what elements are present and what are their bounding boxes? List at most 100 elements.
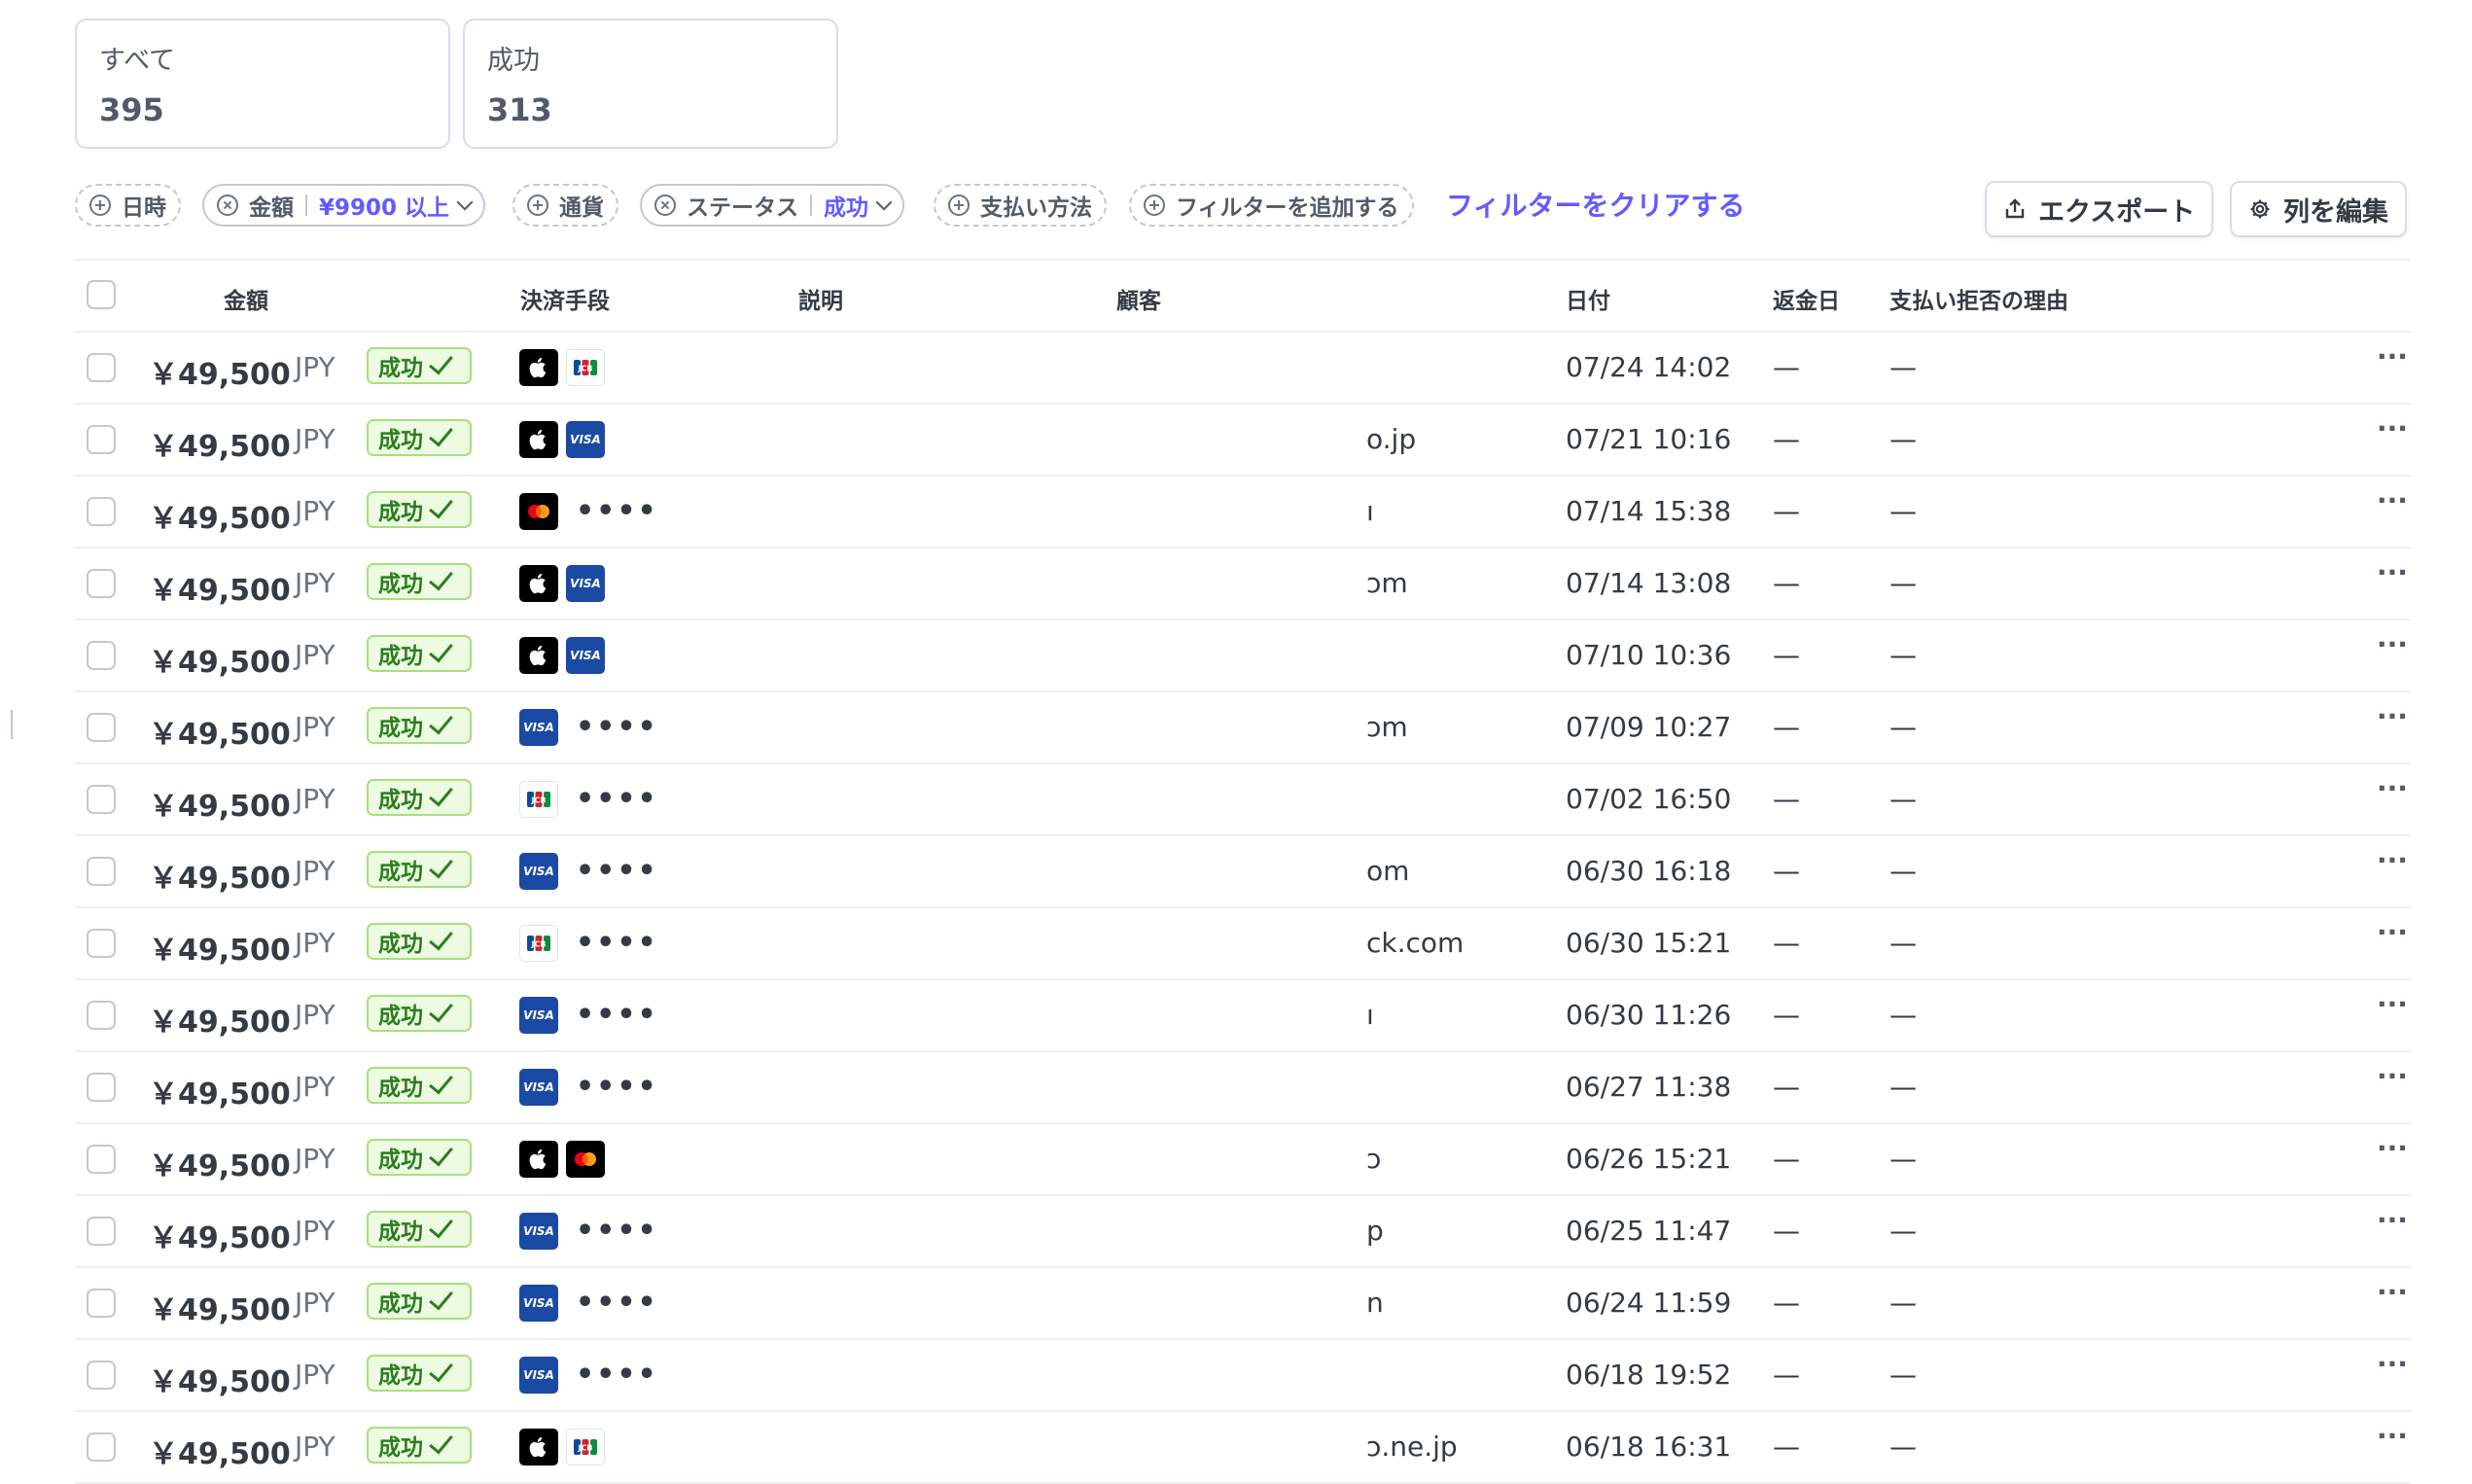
more-options-icon[interactable]: ··· <box>2377 412 2408 444</box>
dispute-reason-cell: — <box>1889 1287 1917 1319</box>
column-header-date[interactable]: 日付 <box>1566 282 1610 315</box>
check-icon <box>429 997 453 1022</box>
column-header-payment-method[interactable]: 決済手段 <box>520 282 610 315</box>
refund-date-cell: — <box>1773 855 1800 887</box>
card-last4-masked: •••• <box>576 1286 658 1320</box>
column-header-customer[interactable]: 顧客 <box>1116 282 1161 315</box>
more-options-icon[interactable]: ··· <box>2377 1132 2408 1164</box>
amount-cell: ￥49,500 <box>149 862 291 896</box>
row-checkbox[interactable] <box>87 1432 116 1462</box>
check-icon <box>429 781 453 806</box>
table-row[interactable]: ￥49,500 JPY 成功 JCB ɔ.ne.jp 06/18 16:31 — — ··· <box>75 1412 2411 1484</box>
dispute-reason-cell: — <box>1889 351 1917 383</box>
table-row[interactable]: ￥49,500 JPY 成功 VISA •••• om 06/30 16:18 — — ··· <box>75 836 2411 908</box>
column-header-amount[interactable]: 金額 <box>224 282 268 315</box>
chip-divider <box>305 194 307 216</box>
more-options-icon[interactable]: ··· <box>2377 1204 2408 1236</box>
edit-columns-button[interactable]: 列を編集 <box>2230 181 2407 237</box>
filter-chip-payment-method[interactable]: 支払い方法 <box>934 184 1107 227</box>
column-header-refund-date[interactable]: 返金日 <box>1773 282 1840 315</box>
more-options-icon[interactable]: ··· <box>2377 556 2408 588</box>
visa-icon: VISA <box>566 637 605 674</box>
summary-card-succeeded[interactable]: 成功 313 <box>463 18 838 149</box>
table-row[interactable]: ￥49,500 JPY 成功 VISA 07/10 10:36 — — ··· <box>75 620 2411 692</box>
summary-card-all[interactable]: すべて 395 <box>75 18 450 149</box>
dispute-reason-cell: — <box>1889 711 1917 743</box>
currency-cell: JPY <box>295 855 335 887</box>
amount-cell: ￥49,500 <box>149 502 291 536</box>
table-row[interactable]: ￥49,500 JPY 成功 VISA •••• n 06/24 11:59 — — ··· <box>75 1268 2411 1340</box>
customer-cell: n <box>1366 1287 1384 1319</box>
more-options-icon[interactable]: ··· <box>2377 1276 2408 1308</box>
clear-filters-link[interactable]: フィルターをクリアする <box>1446 189 1745 224</box>
row-checkbox[interactable] <box>87 1145 116 1174</box>
resize-handle[interactable] <box>11 710 13 739</box>
filter-chip-amount[interactable]: 金額 ¥9900 以上 <box>202 184 486 227</box>
row-checkbox[interactable] <box>87 929 116 958</box>
status-badge: 成功 <box>367 995 472 1032</box>
status-badge: 成功 <box>367 923 472 960</box>
more-options-icon[interactable]: ··· <box>2377 1348 2408 1380</box>
row-checkbox[interactable] <box>87 713 116 742</box>
table-row[interactable]: ￥49,500 JPY 成功 •••• ı 07/14 15:38 — — ··· <box>75 477 2411 548</box>
date-cell: 06/24 11:59 <box>1566 1287 1732 1319</box>
currency-cell: JPY <box>295 1143 335 1175</box>
customer-cell: o.jp <box>1366 423 1417 455</box>
more-options-icon[interactable]: ··· <box>2377 340 2408 372</box>
filter-chip-status[interactable]: ステータス 成功 <box>640 184 904 227</box>
status-badge: 成功 <box>367 1139 472 1176</box>
add-filter-button[interactable]: フィルターを追加する <box>1129 184 1414 227</box>
status-badge: 成功 <box>367 707 472 744</box>
more-options-icon[interactable]: ··· <box>2377 916 2408 948</box>
row-checkbox[interactable] <box>87 1360 116 1390</box>
status-badge: 成功 <box>367 347 472 384</box>
more-options-icon[interactable]: ··· <box>2377 988 2408 1020</box>
column-header-description[interactable]: 説明 <box>798 282 843 315</box>
card-last4-masked: •••• <box>576 1214 658 1248</box>
table-row[interactable]: ￥49,500 JPY 成功 JCB 07/24 14:02 — — ··· <box>75 333 2411 405</box>
row-checkbox[interactable] <box>87 1001 116 1030</box>
select-all-checkbox[interactable] <box>87 280 116 309</box>
more-options-icon[interactable]: ··· <box>2377 1060 2408 1092</box>
more-options-icon[interactable]: ··· <box>2377 1420 2408 1452</box>
table-row[interactable]: ￥49,500 JPY 成功 VISA •••• 06/27 11:38 — — ··· <box>75 1052 2411 1124</box>
more-options-icon[interactable]: ··· <box>2377 484 2408 516</box>
row-checkbox[interactable] <box>87 785 116 814</box>
row-checkbox[interactable] <box>87 641 116 670</box>
column-header-dispute-reason[interactable]: 支払い拒否の理由 <box>1889 282 2068 315</box>
table-row[interactable]: ￥49,500 JPY 成功 ɔ 06/26 15:21 — — ··· <box>75 1124 2411 1196</box>
more-options-icon[interactable]: ··· <box>2377 844 2408 876</box>
row-checkbox[interactable] <box>87 497 116 526</box>
table-row[interactable]: ￥49,500 JPY 成功 VISA •••• p 06/25 11:47 — — ··· <box>75 1196 2411 1268</box>
row-checkbox[interactable] <box>87 1217 116 1246</box>
more-options-icon[interactable]: ··· <box>2377 628 2408 660</box>
add-circle-icon <box>89 194 111 216</box>
row-checkbox[interactable] <box>87 425 116 454</box>
row-checkbox[interactable] <box>87 857 116 886</box>
table-row[interactable]: ￥49,500 JPY 成功 VISA o.jp 07/21 10:16 — — ··· <box>75 405 2411 477</box>
check-icon <box>429 709 453 734</box>
table-row[interactable]: ￥49,500 JPY 成功 JCB •••• 07/02 16:50 — — ··· <box>75 764 2411 836</box>
apple-pay-icon <box>519 421 558 458</box>
date-cell: 06/25 11:47 <box>1566 1215 1732 1247</box>
status-badge: 成功 <box>367 779 472 816</box>
filter-chip-date[interactable]: 日時 <box>75 184 181 227</box>
more-options-icon[interactable]: ··· <box>2377 772 2408 804</box>
table-row[interactable]: ￥49,500 JPY 成功 JCB •••• ck.com 06/30 15:21 — — ··… <box>75 908 2411 980</box>
row-checkbox[interactable] <box>87 1073 116 1102</box>
export-button[interactable]: エクスポート <box>1985 181 2214 237</box>
filter-chip-currency[interactable]: 通貨 <box>512 184 618 227</box>
dispute-reason-cell: — <box>1889 495 1917 527</box>
more-options-icon[interactable]: ··· <box>2377 700 2408 732</box>
amount-cell: ￥49,500 <box>149 718 291 752</box>
row-checkbox[interactable] <box>87 1289 116 1318</box>
remove-circle-icon[interactable] <box>217 194 238 216</box>
table-row[interactable]: ￥49,500 JPY 成功 VISA •••• ɔm 07/09 10:27 — — ··· <box>75 692 2411 764</box>
table-row[interactable]: ￥49,500 JPY 成功 VISA ɔm 07/14 13:08 — — ··· <box>75 548 2411 620</box>
remove-circle-icon[interactable] <box>654 194 676 216</box>
table-row[interactable]: ￥49,500 JPY 成功 VISA •••• ı 06/30 11:26 — — ··· <box>75 980 2411 1052</box>
check-icon <box>429 1429 453 1454</box>
row-checkbox[interactable] <box>87 569 116 598</box>
row-checkbox[interactable] <box>87 353 116 382</box>
table-row[interactable]: ￥49,500 JPY 成功 VISA •••• 06/18 19:52 — — ··· <box>75 1340 2411 1412</box>
